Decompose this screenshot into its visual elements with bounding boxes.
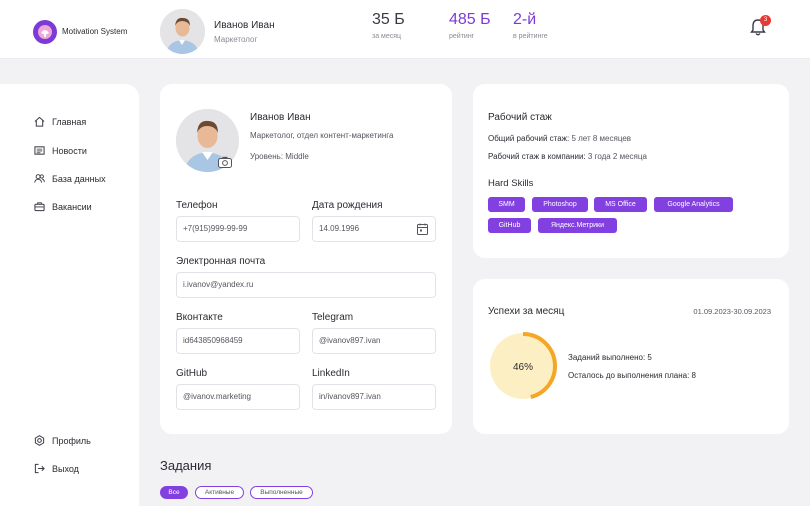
skill-tag[interactable]: Яндекс.Метрики — [538, 218, 617, 233]
calendar-icon[interactable] — [417, 223, 428, 235]
top-header: Motivation System Иванов Иван Маркетолог… — [0, 0, 810, 59]
sidebar-item-vacancies[interactable]: Вакансии — [34, 201, 92, 212]
stat-month: 35 Б за месяц — [372, 11, 405, 40]
experience-card: Рабочий стаж Общий рабочий стаж: 5 лет 8… — [473, 84, 789, 258]
briefcase-icon — [34, 202, 45, 212]
sidebar-item-label: Главная — [52, 116, 87, 127]
logo-icon[interactable] — [33, 20, 57, 44]
skill-tag[interactable]: Google Analytics — [654, 197, 733, 212]
vk-field[interactable]: id643850968459 — [176, 328, 300, 354]
sidebar: Главная Новости База данных Вакансии Про… — [0, 84, 139, 506]
sidebar-item-logout[interactable]: Выход — [34, 463, 79, 474]
sidebar-item-profile[interactable]: Профиль — [34, 435, 91, 446]
sidebar-item-home[interactable]: Главная — [34, 116, 86, 127]
experience-total-value: 5 лет 8 месяцев — [571, 134, 632, 143]
success-title: Успехи за месяц — [488, 306, 565, 317]
linkedin-field[interactable]: in/ivanov897.ivan — [312, 384, 436, 410]
experience-company: Рабочий стаж в компании: 3 года 2 месяца — [488, 152, 647, 161]
vk-label: Вконтакте — [176, 312, 223, 323]
notification-badge: 3 — [760, 15, 771, 26]
profile-level: Уровень: Middle — [250, 152, 309, 161]
stat-rating: 485 Б рейтинг — [449, 11, 491, 40]
sidebar-item-news[interactable]: Новости — [34, 145, 87, 156]
success-card: Успехи за месяц 01.09.2023-30.09.2023 46… — [473, 279, 789, 434]
sidebar-item-database[interactable]: База данных — [34, 173, 106, 184]
experience-title: Рабочий стаж — [488, 112, 552, 123]
phone-label: Телефон — [176, 200, 218, 211]
camera-icon[interactable] — [218, 156, 232, 168]
github-label: GitHub — [176, 368, 208, 379]
logout-icon — [34, 463, 45, 474]
experience-total-label: Общий рабочий стаж: — [488, 134, 570, 143]
skill-tag[interactable]: SMM — [488, 197, 525, 212]
telegram-label: Telegram — [312, 312, 354, 323]
header-user-name: Иванов Иван — [214, 20, 275, 31]
experience-company-label: Рабочий стаж в компании: — [488, 152, 586, 161]
phone-field[interactable]: +7(915)999-99-99 — [176, 216, 300, 242]
experience-company-value: 3 года 2 месяца — [587, 152, 647, 161]
app-name: Motivation System — [62, 27, 128, 36]
stat-month-value: 35 Б — [372, 11, 405, 28]
skill-tag[interactable]: Photoshop — [532, 197, 588, 212]
gear-icon — [34, 435, 45, 446]
filter-done[interactable]: Выполненные — [250, 486, 313, 499]
stat-rank: 2-й в рейтинге — [513, 11, 548, 40]
birthdate-label: Дата рождения — [312, 200, 383, 211]
profile-position: Маркетолог, отдел контент-маркетинга — [250, 131, 394, 140]
sidebar-item-label: Вакансии — [52, 201, 92, 212]
email-field[interactable]: i.ivanov@yandex.ru — [176, 272, 436, 298]
header-avatar[interactable] — [160, 9, 205, 54]
sidebar-item-label: Выход — [52, 463, 79, 474]
header-user-role: Маркетолог — [214, 35, 258, 44]
stat-rating-value: 485 Б — [449, 11, 491, 28]
github-field[interactable]: @ivanov.marketing — [176, 384, 300, 410]
success-period: 01.09.2023-30.09.2023 — [693, 307, 771, 316]
users-icon — [34, 174, 45, 183]
tasks-title: Задания — [160, 458, 212, 473]
stat-month-label: за месяц — [372, 33, 402, 40]
tasks-done: Заданий выполнено: 5 — [568, 353, 652, 362]
filter-all[interactable]: Все — [160, 486, 188, 499]
stat-rank-label: в рейтинге — [513, 33, 548, 40]
skills-title: Hard Skills — [488, 178, 534, 189]
tasks-remaining: Осталось до выполнения плана: 8 — [568, 371, 696, 380]
birthdate-value: 14.09.1996 — [319, 224, 360, 233]
skill-tag[interactable]: MS Office — [594, 197, 647, 212]
experience-total: Общий рабочий стаж: 5 лет 8 месяцев — [488, 134, 631, 143]
progress-ring: 46% — [489, 332, 557, 400]
news-icon — [34, 146, 45, 155]
sidebar-item-label: Профиль — [52, 435, 91, 446]
profile-name: Иванов Иван — [250, 112, 311, 123]
stat-rank-value: 2-й — [513, 11, 537, 28]
home-icon — [34, 116, 45, 127]
filter-active[interactable]: Активные — [195, 486, 244, 499]
birthdate-field[interactable]: 14.09.1996 — [312, 216, 436, 242]
profile-card: Иванов Иван Маркетолог, отдел контент-ма… — [160, 84, 452, 434]
email-label: Электронная почта — [176, 256, 266, 267]
sidebar-item-label: База данных — [52, 173, 106, 184]
skill-tag[interactable]: GitHub — [488, 218, 531, 233]
stat-rating-label: рейтинг — [449, 33, 475, 40]
linkedin-label: LinkedIn — [312, 368, 350, 379]
progress-percent: 46% — [513, 362, 533, 373]
telegram-field[interactable]: @ivanov897.ivan — [312, 328, 436, 354]
sidebar-item-label: Новости — [52, 145, 87, 156]
